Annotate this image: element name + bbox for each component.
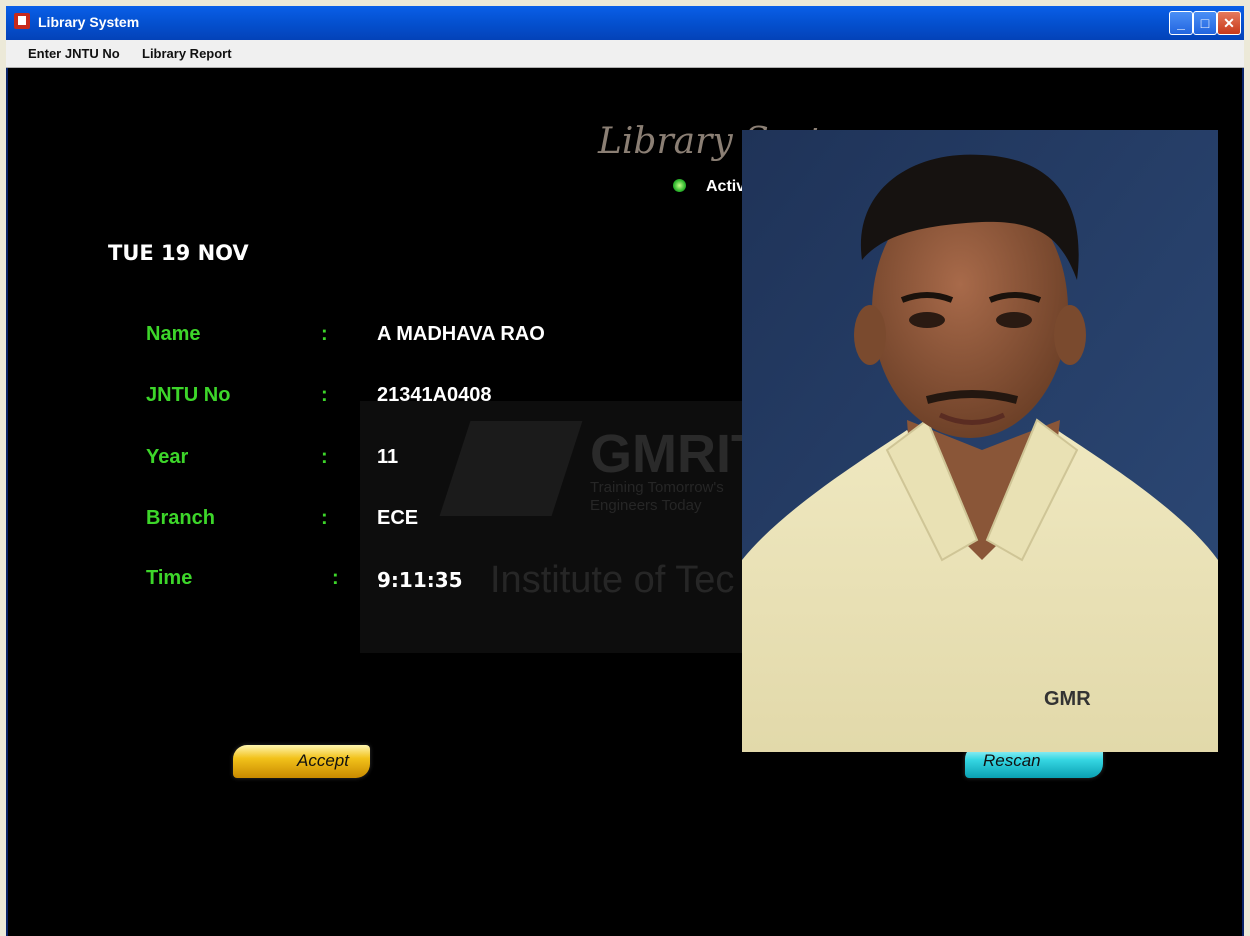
menu-library-report[interactable]: Library Report [142, 46, 232, 61]
minimize-button[interactable]: _ [1169, 11, 1193, 35]
branch-label: Branch [146, 507, 215, 529]
date-label: TUE 19 NOV [108, 241, 249, 265]
name-label: Name [146, 323, 201, 345]
watermark-logo [439, 421, 583, 516]
app-icon [14, 13, 30, 29]
name-value: A MADHAVA RAO [377, 323, 545, 345]
branch-separator: : [321, 507, 328, 529]
year-value: 11 [377, 446, 399, 468]
watermark-institute: Institute of Tec [490, 559, 735, 601]
accept-button[interactable]: Accept [233, 745, 370, 778]
name-separator: : [321, 323, 328, 345]
student-photo: GMR [742, 130, 1218, 752]
watermark-brand: GMRIT [590, 424, 764, 484]
accept-button-label: Accept [297, 751, 349, 770]
year-separator: : [321, 446, 328, 468]
jntu-no-separator: : [321, 384, 328, 406]
maximize-button[interactable]: □ [1193, 11, 1217, 35]
minimize-icon: _ [1177, 15, 1185, 31]
watermark-background: GMRIT Training Tomorrow's Engineers Today… [360, 401, 780, 653]
year-label: Year [146, 446, 189, 468]
app-window: Library System _ □ ✕ Enter JNTU No Libra… [6, 6, 1244, 936]
jntu-no-value: 21341A0408 [377, 384, 492, 406]
window-title: Library System [38, 14, 140, 30]
main-panel: GMRIT Training Tomorrow's Engineers Today… [8, 68, 1242, 936]
close-button[interactable]: ✕ [1217, 11, 1241, 35]
close-icon: ✕ [1223, 15, 1235, 31]
jntu-no-label: JNTU No [146, 384, 231, 406]
student-photo-image: GMR [742, 130, 1218, 752]
time-separator: : [332, 567, 339, 589]
status-indicator-icon [673, 179, 686, 192]
time-label: Time [146, 567, 193, 589]
shirt-logo: GMR [1044, 688, 1091, 710]
maximize-icon: □ [1200, 15, 1210, 31]
rescan-button-label: Rescan [983, 751, 1041, 770]
time-value: 9:11:35 [377, 568, 463, 592]
watermark-tagline: Training Tomorrow's Engineers Today [590, 479, 724, 514]
menu-bar: Enter JNTU No Library Report [6, 40, 1244, 68]
title-bar[interactable]: Library System _ □ ✕ [6, 6, 1244, 40]
menu-enter-jntu-no[interactable]: Enter JNTU No [28, 46, 120, 61]
branch-value: ECE [377, 507, 419, 529]
